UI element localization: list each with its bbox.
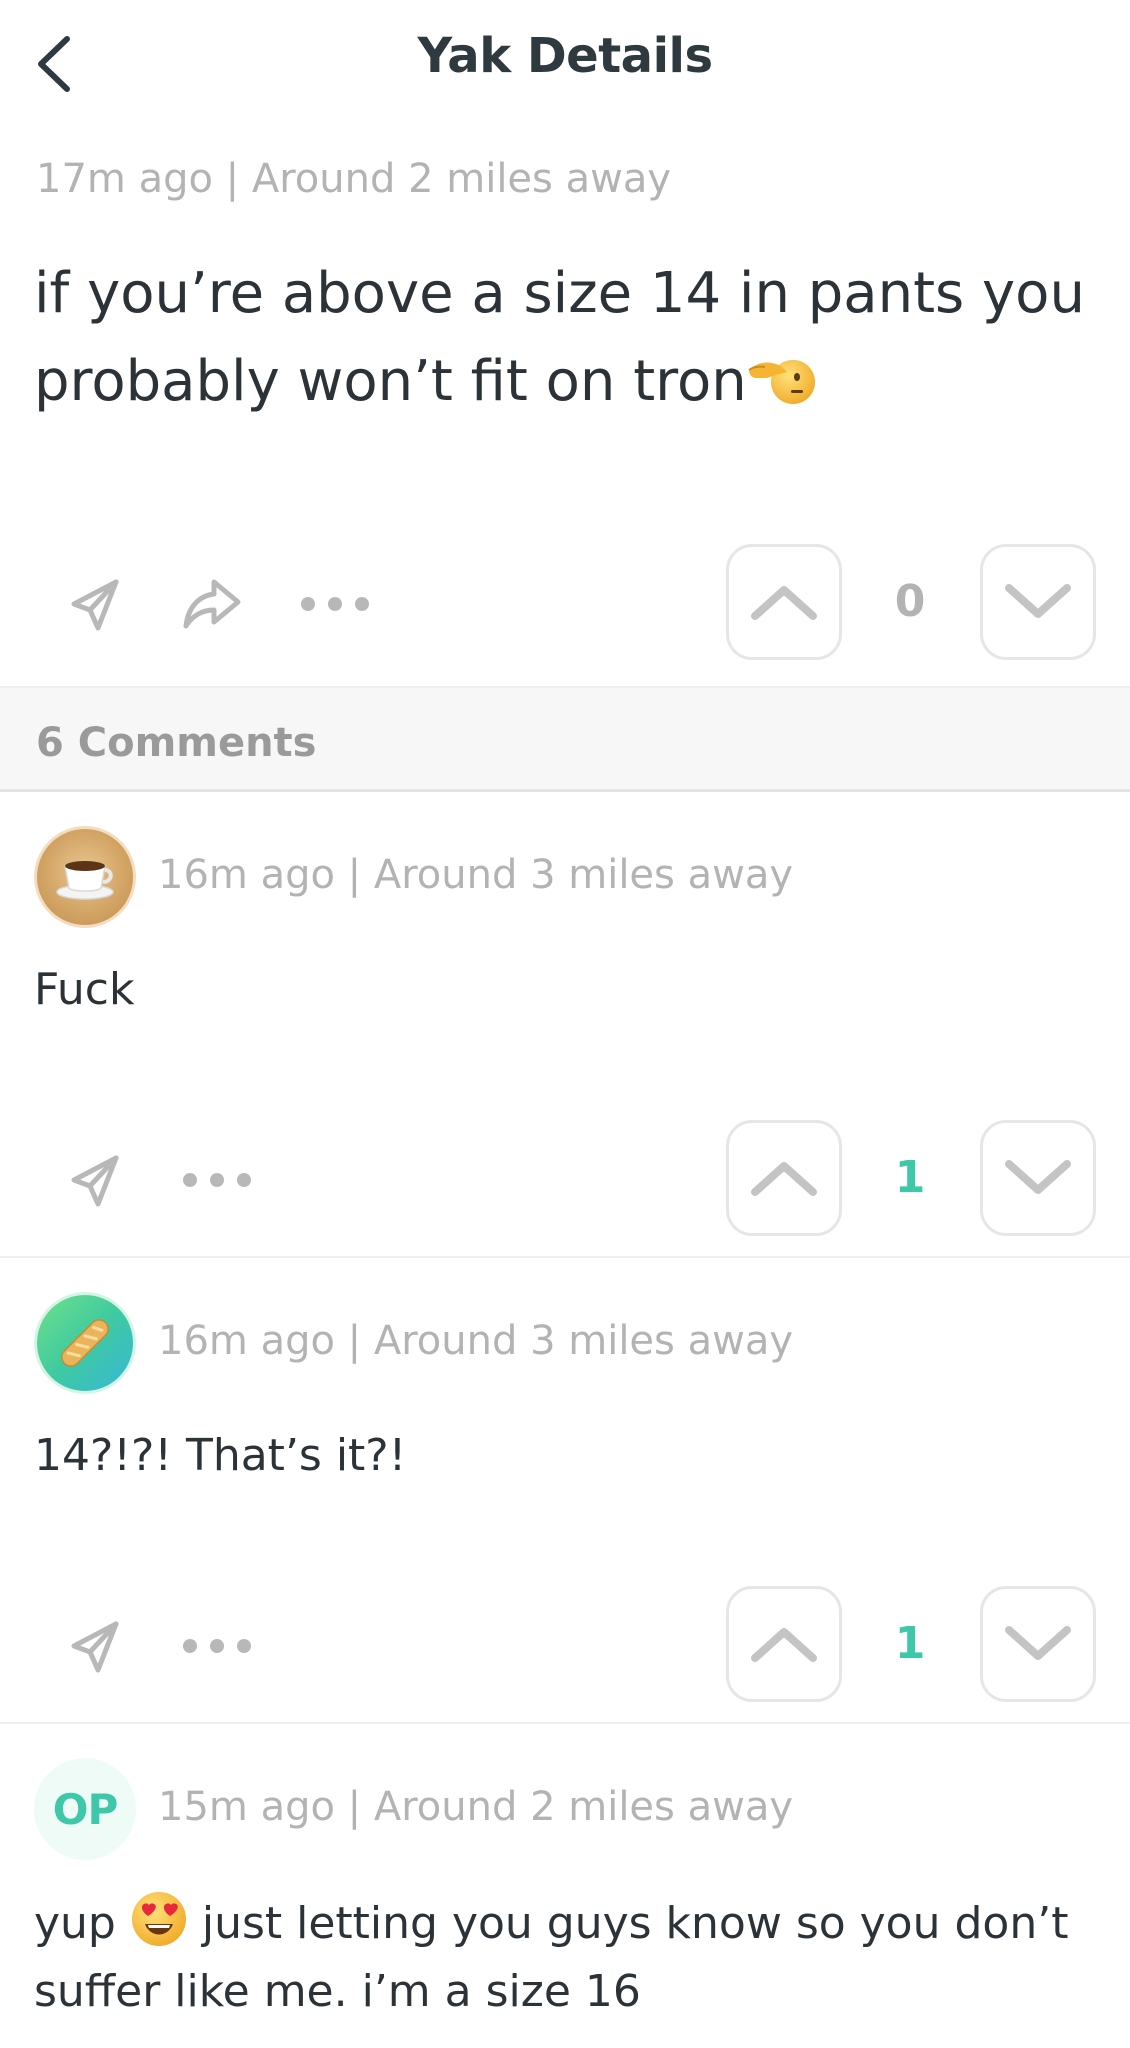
comments-count: 6 Comments (36, 720, 317, 766)
send-button[interactable] (64, 1614, 128, 1678)
divider (0, 1256, 1130, 1258)
comment-text-start: yup (34, 1898, 116, 1949)
divider (0, 1722, 1130, 1724)
upvote-button[interactable] (726, 1120, 842, 1236)
coffee-icon (56, 861, 114, 900)
downvote-icon (1005, 1626, 1071, 1660)
send-icon (71, 1621, 119, 1673)
comment-meta: 15m ago | Around 2 miles away (158, 1784, 793, 1830)
vote-count: 1 (894, 1618, 926, 1669)
send-icon (71, 1155, 119, 1207)
share-icon (183, 579, 241, 629)
vote-count: 0 (894, 576, 926, 627)
more-icon (183, 1173, 251, 1187)
post-actions: 0 (0, 544, 1130, 664)
downvote-button[interactable] (980, 1586, 1096, 1702)
more-icon (183, 1639, 251, 1653)
more-button[interactable] (180, 1148, 254, 1212)
pointing-face-emoji (748, 360, 815, 404)
comment-text: 14?!?! That’s it?! (34, 1430, 407, 1481)
send-button[interactable] (64, 1148, 128, 1212)
heart-eyes-emoji (131, 1892, 186, 1946)
comments-header: 6 Comments (0, 686, 1130, 792)
send-icon (71, 579, 119, 631)
post-meta: 17m ago | Around 2 miles away (36, 156, 671, 202)
send-button[interactable] (64, 572, 128, 636)
op-badge: OP (34, 1758, 136, 1860)
comment-text: Fuck (34, 964, 135, 1015)
upvote-button[interactable] (726, 1586, 842, 1702)
upvote-icon (751, 1628, 817, 1662)
share-button[interactable] (180, 572, 244, 636)
header: Yak Details (0, 0, 1130, 130)
avatar (34, 826, 136, 928)
downvote-icon (1005, 1160, 1071, 1194)
more-button[interactable] (180, 1614, 254, 1678)
comment-meta: 16m ago | Around 3 miles away (158, 852, 793, 898)
upvote-icon (751, 1162, 817, 1196)
comment-text-end: just letting you guys know so you don’t … (34, 1898, 1069, 2017)
avatar (34, 1292, 136, 1394)
vote-count: 1 (894, 1152, 926, 1203)
upvote-button[interactable] (726, 544, 842, 660)
downvote-button[interactable] (980, 1120, 1096, 1236)
post-text: if you’re above a size 14 in pants you p… (34, 261, 1085, 414)
comment-meta: 16m ago | Around 3 miles away (158, 1318, 793, 1364)
more-icon (301, 597, 369, 611)
more-button[interactable] (298, 572, 372, 636)
downvote-icon (1005, 584, 1071, 618)
post-body: if you’re above a size 14 in pants you p… (34, 250, 1104, 426)
downvote-button[interactable] (980, 544, 1096, 660)
baguette-icon (61, 1319, 109, 1367)
upvote-icon (751, 586, 817, 620)
comment-actions: 1 (0, 1586, 1130, 1706)
comment-text: yup just letting you guys know so you do… (34, 1890, 1104, 2026)
comment-actions: 1 (0, 1120, 1130, 1240)
page-title: Yak Details (417, 28, 713, 84)
